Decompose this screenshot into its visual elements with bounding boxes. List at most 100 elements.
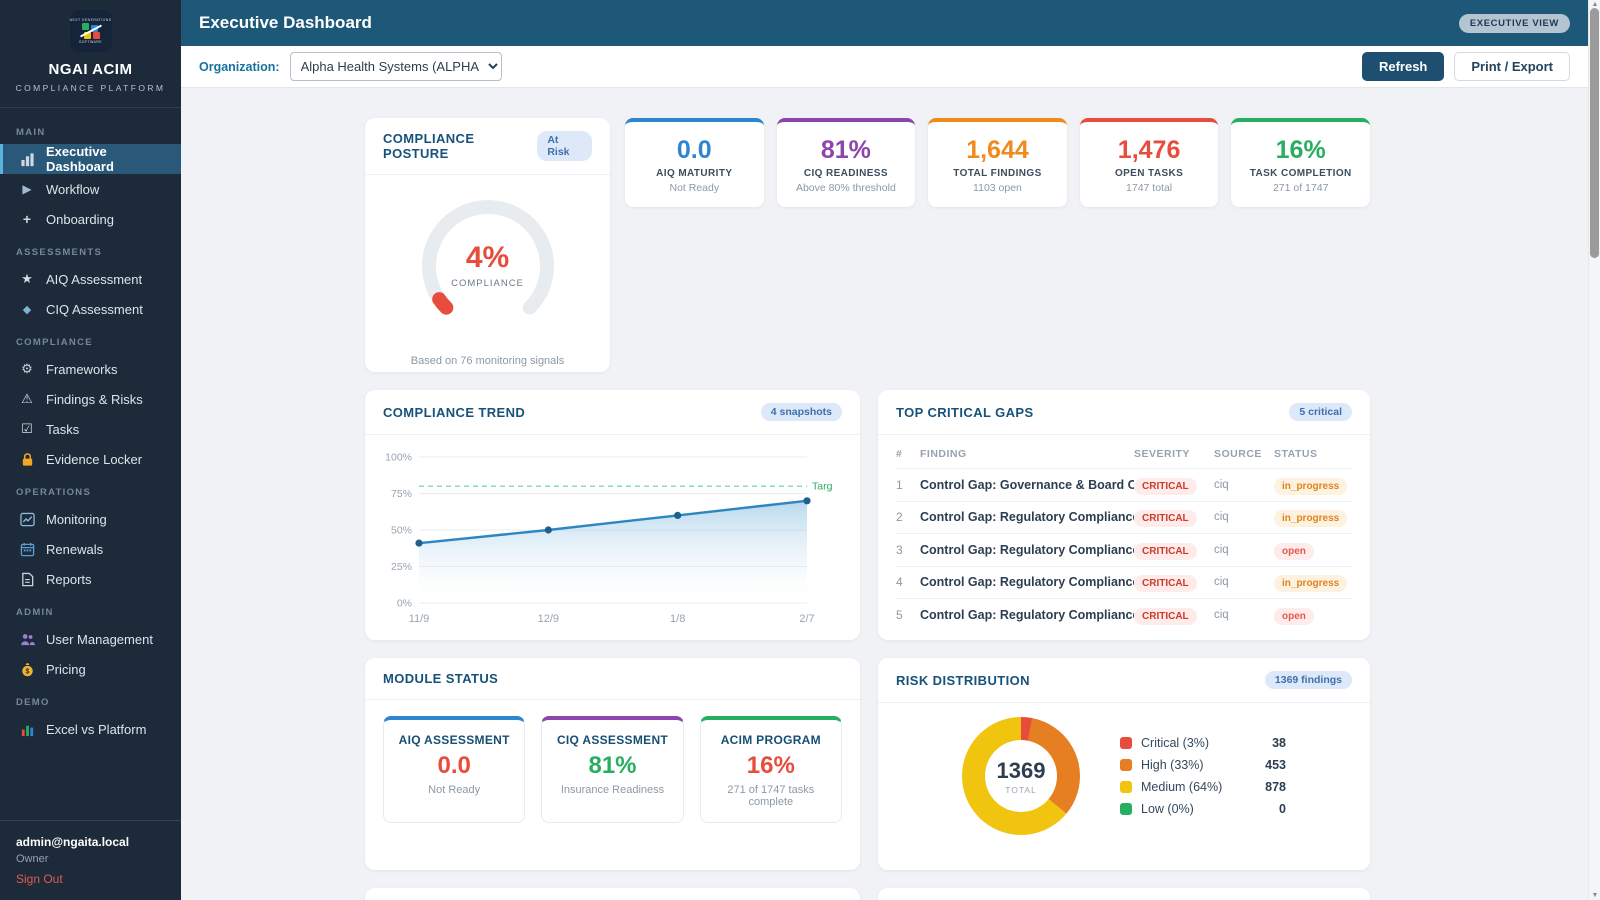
- sidebar-section-main: MAIN: [16, 127, 46, 138]
- sidebar-item-reports[interactable]: Reports: [0, 564, 181, 594]
- gauge-value: 4%: [465, 241, 510, 274]
- source-cell: ciq: [1214, 576, 1229, 589]
- table-row[interactable]: 2 Control Gap: Regulatory Compliance CRITI…: [896, 502, 1352, 534]
- legend-swatch: [1120, 803, 1132, 815]
- sidebar-item-label: Workflow: [46, 181, 100, 197]
- refresh-button[interactable]: Refresh: [1361, 52, 1445, 81]
- star-icon: ★: [21, 271, 33, 286]
- sidebar-item-onboarding[interactable]: + Onboarding: [0, 204, 181, 234]
- legend-value: 878: [1265, 780, 1286, 794]
- trend-line-chart: 0% 25% 50% 75% 100% 11/9 12/9 1/8 2/7 Targ: [385, 452, 832, 626]
- app-logo: NEXT GENERATIONS SOFTWARE: [69, 10, 112, 52]
- toolbar: Organization: Alpha Health Systems (ALPH…: [181, 46, 1588, 88]
- module-title: CIQ ASSESSMENT: [556, 733, 669, 747]
- source-cell: ciq: [1214, 511, 1229, 524]
- source-cell: ciq: [1214, 478, 1229, 491]
- compliance-gauge: 4% COMPLIANCE: [413, 189, 563, 339]
- stat-value: 1,644: [966, 135, 1029, 164]
- main-area: Executive Dashboard EXECUTIVE VIEW Organ…: [181, 0, 1588, 900]
- stat-subtext: 1747 total: [1126, 181, 1173, 194]
- table-row[interactable]: 5 Control Gap: Regulatory Compliance CRITI…: [896, 599, 1352, 632]
- sidebar-item-workflow[interactable]: ▶ Workflow: [0, 174, 181, 204]
- stat-subtext: Not Ready: [669, 181, 720, 194]
- sidebar-item-user-management[interactable]: User Management: [0, 624, 181, 654]
- compliance-posture-card: COMPLIANCE POSTURE At Risk 4% COMPLIANCE…: [365, 118, 610, 372]
- users-icon: [19, 631, 35, 647]
- sidebar-item-ciq-assessment[interactable]: ◆ CIQ Assessment: [0, 294, 181, 324]
- legend-label: Critical (3%): [1141, 736, 1210, 750]
- status-badge: in_progress: [1274, 510, 1348, 528]
- sidebar-section-compliance: COMPLIANCE: [16, 337, 93, 348]
- table-row[interactable]: 1 Control Gap: Governance & Board Oversi.…: [896, 469, 1352, 502]
- page-scrollbar[interactable]: ▲ ▼: [1588, 0, 1600, 900]
- stat-label: TASK COMPLETION: [1249, 167, 1352, 179]
- stat-cards-row: 0.0 AIQ MATURITY Not Ready 81% CIQ READINESS…: [625, 118, 1370, 372]
- severity-badge: CRITICAL: [1134, 575, 1197, 593]
- below-fold-card-left: [365, 888, 860, 900]
- compliance-trend-card: COMPLIANCE TREND 4 snapshots 0% 25% 50% 75%…: [365, 390, 860, 640]
- sidebar-item-evidence-locker[interactable]: Evidence Locker: [0, 444, 181, 474]
- sidebar-item-aiq-assessment[interactable]: ★ AIQ Assessment: [0, 264, 181, 294]
- user-email: admin@ngaita.local: [16, 835, 130, 849]
- legend-item-critical: Critical (3%) 38: [1120, 736, 1286, 750]
- excel-chart-icon: [19, 721, 35, 737]
- row-number: 4: [896, 575, 903, 590]
- svg-text:50%: 50%: [391, 525, 412, 537]
- finding-text: Control Gap: Governance & Board Oversi..…: [920, 477, 1134, 492]
- print-export-button[interactable]: Print / Export: [1454, 52, 1570, 81]
- posture-footnote: Based on 76 monitoring signals: [410, 355, 565, 367]
- sidebar-item-tasks[interactable]: ☑ Tasks: [0, 414, 181, 444]
- module-status-card: MODULE STATUS AIQ ASSESSMENT 0.0 Not Ready…: [365, 658, 860, 870]
- page-title: Executive Dashboard: [199, 13, 372, 32]
- risk-total: 1369: [996, 757, 1046, 783]
- stat-card-open-tasks: 1,476 OPEN TASKS 1747 total: [1079, 118, 1219, 207]
- severity-cell: CRITICAL: [1134, 508, 1214, 528]
- source-cell: ciq: [1214, 609, 1229, 622]
- pricing-money-icon: $: [19, 661, 35, 677]
- risk-donut-chart: 1369 TOTAL: [962, 717, 1080, 835]
- logo-bottom-text: SOFTWARE: [79, 40, 102, 44]
- renewals-calendar-icon: [19, 541, 35, 557]
- critical-gaps-table: # FINDING SEVERITY SOURCE STATUS 1 Control Gap…: [878, 435, 1370, 632]
- sidebar-item-findings-risks[interactable]: ⚠ Findings & Risks: [0, 384, 181, 414]
- legend-label: High (33%): [1141, 758, 1204, 772]
- gauge-label: COMPLIANCE: [451, 278, 524, 289]
- findings-warning-icon: ⚠: [21, 391, 33, 406]
- evidence-lock-icon: [19, 451, 35, 467]
- scrollbar-thumb[interactable]: [1590, 8, 1599, 258]
- sidebar-item-label: Renewals: [46, 541, 104, 557]
- sidebar-item-renewals[interactable]: Renewals: [0, 534, 181, 564]
- table-row[interactable]: 3 Control Gap: Regulatory Compliance CRITI…: [896, 534, 1352, 567]
- sidebar-item-frameworks[interactable]: ⚙ Frameworks: [0, 354, 181, 384]
- severity-badge: CRITICAL: [1134, 510, 1197, 528]
- column-header-severity: SEVERITY: [1134, 447, 1190, 460]
- sidebar-item-label: Reports: [46, 571, 92, 587]
- column-header-finding: FINDING: [920, 447, 967, 460]
- organization-select[interactable]: Alpha Health Systems (ALPHA): [289, 52, 502, 81]
- scrollbar-up-arrow[interactable]: ▲: [1589, 1, 1600, 8]
- scrollbar-down-arrow[interactable]: ▼: [1589, 892, 1600, 899]
- severity-cell: CRITICAL: [1134, 476, 1214, 495]
- sidebar-item-executive-dashboard[interactable]: Executive Dashboard: [0, 144, 181, 174]
- table-row[interactable]: 4 Control Gap: Regulatory Compliance CRITI…: [896, 567, 1352, 599]
- legend-label: Medium (64%): [1141, 780, 1223, 794]
- status-cell: in_progress: [1274, 508, 1352, 528]
- logo-top-text: NEXT GENERATIONS: [69, 18, 112, 22]
- sidebar-item-label: Excel vs Platform: [46, 721, 147, 737]
- column-header-status: STATUS: [1274, 447, 1318, 460]
- frameworks-gear-icon: ⚙: [21, 361, 33, 376]
- legend-value: 38: [1272, 736, 1286, 750]
- monitoring-chart-icon: [19, 511, 35, 527]
- sidebar-item-excel-vs-platform[interactable]: Excel vs Platform: [0, 714, 181, 744]
- finding-text: Control Gap: Regulatory Compliance: [920, 608, 1134, 623]
- stat-value: 16%: [1275, 135, 1326, 164]
- brand-block: NEXT GENERATIONS SOFTWARE NGAI ACIM COMP…: [0, 0, 181, 108]
- sidebar-item-pricing[interactable]: $ Pricing: [0, 654, 181, 684]
- sidebar-item-monitoring[interactable]: Monitoring: [0, 504, 181, 534]
- status-badge: in_progress: [1274, 477, 1348, 495]
- stat-value: 0.0: [676, 135, 712, 164]
- sign-out-link[interactable]: Sign Out: [16, 872, 165, 886]
- sidebar-section-assessments: ASSESSMENTS: [16, 247, 103, 258]
- sidebar-section-demo: DEMO: [16, 697, 50, 708]
- severity-cell: CRITICAL: [1134, 541, 1214, 560]
